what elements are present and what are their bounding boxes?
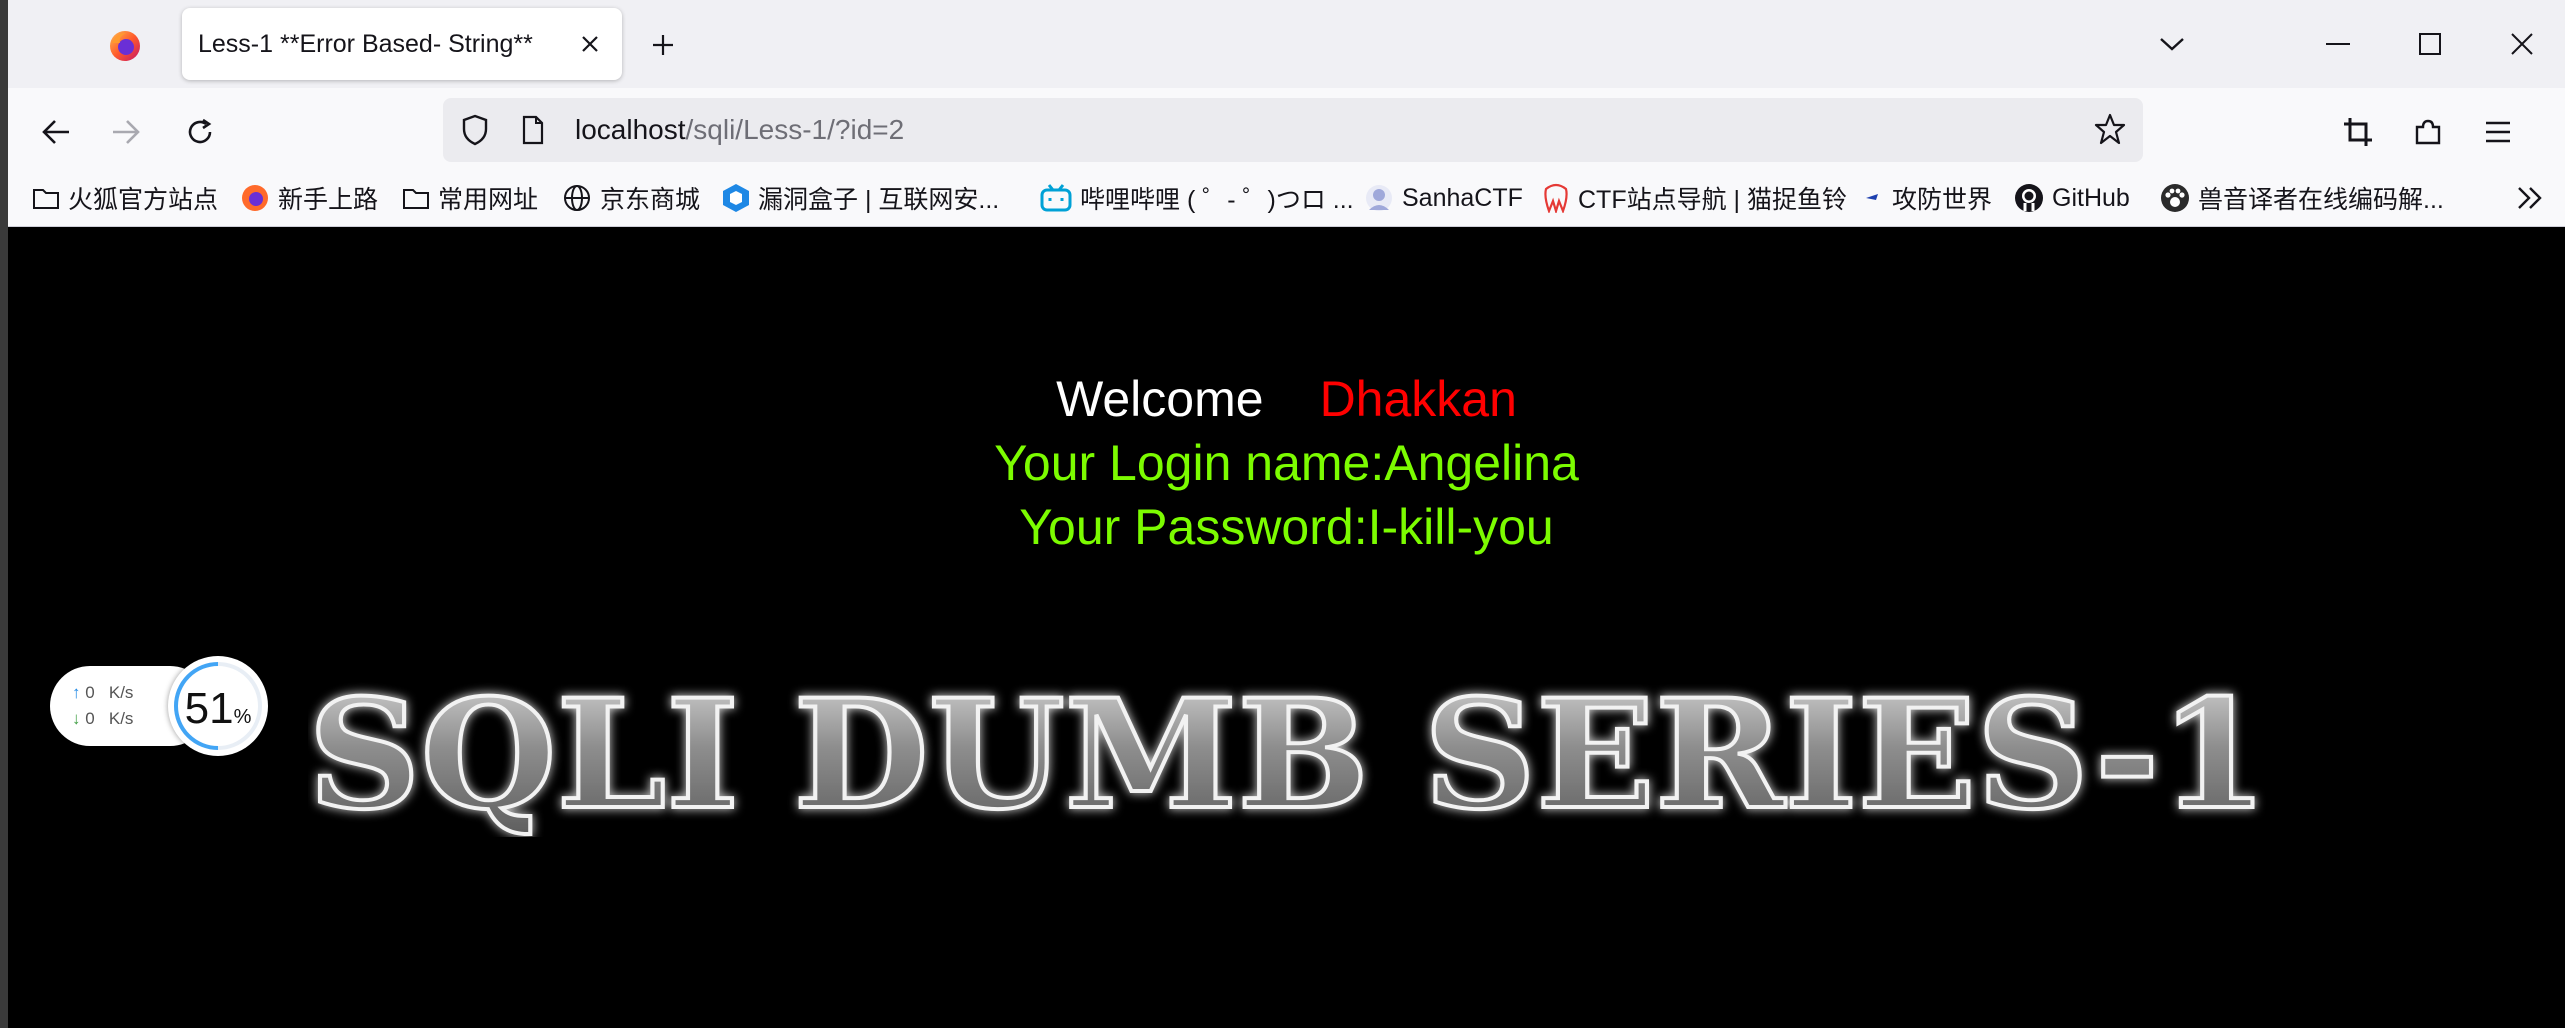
bookmark-item[interactable]: 哔哩哔哩 ( ゜- ゜)つロ ... bbox=[1040, 180, 1354, 216]
avatar-icon bbox=[1366, 185, 1392, 211]
url-host: localhost bbox=[575, 114, 686, 145]
maximize-button[interactable] bbox=[2400, 16, 2460, 72]
window-edge bbox=[0, 0, 8, 1028]
sqli-dumb-series-banner: SQLI DUMB SERIES-1 bbox=[308, 677, 2270, 837]
bookmark-label: 兽音译者在线编码解... bbox=[2198, 186, 2444, 214]
download-unit: K/s bbox=[108, 709, 134, 728]
minimize-icon bbox=[2326, 43, 2350, 45]
close-icon bbox=[582, 36, 598, 52]
firefox-icon bbox=[110, 31, 140, 61]
tracking-protection-button[interactable] bbox=[461, 114, 489, 151]
page-icon bbox=[522, 115, 544, 145]
banner-text: SQLI DUMB SERIES-1 bbox=[308, 677, 2268, 837]
bookmark-label: 京东商城 bbox=[600, 186, 701, 214]
screenshot-button[interactable] bbox=[2332, 106, 2384, 158]
firefox-icon bbox=[242, 185, 268, 211]
bookmark-label: 漏洞盒子 | 互联网安... bbox=[758, 186, 1000, 214]
app-menu-button[interactable] bbox=[2472, 106, 2524, 158]
upload-unit: K/s bbox=[108, 683, 134, 702]
bookmark-star-button[interactable] bbox=[2093, 112, 2127, 151]
star-icon bbox=[2094, 113, 2126, 145]
double-chevron-right-icon bbox=[2518, 187, 2542, 209]
bookmark-item[interactable]: 常用网址 bbox=[402, 180, 538, 216]
bookmark-item[interactable]: 新手上路 bbox=[240, 180, 378, 216]
usage-percent: 51% bbox=[168, 684, 268, 734]
list-all-tabs-button[interactable] bbox=[2142, 16, 2202, 72]
network-speed-widget[interactable]: ↑ 0 K/s ↓ 0 K/s 51% bbox=[50, 656, 270, 756]
maximize-icon bbox=[2419, 33, 2441, 55]
reload-icon bbox=[188, 118, 212, 144]
bookmark-item[interactable]: CTF站点导航 | 猫捉鱼铃 bbox=[1542, 180, 1847, 216]
folder-icon bbox=[403, 189, 429, 209]
page-content: Welcome Dhakkan Your Login name:Angelina … bbox=[8, 227, 2565, 1028]
new-tab-button[interactable] bbox=[640, 22, 686, 68]
reload-button[interactable] bbox=[174, 106, 226, 158]
site-info-button[interactable] bbox=[521, 115, 545, 150]
github-icon bbox=[2015, 184, 2043, 212]
folder-icon bbox=[33, 189, 59, 209]
bookmark-item[interactable]: 京东商城 bbox=[562, 180, 700, 216]
download-rate: ↓ 0 K/s bbox=[72, 709, 133, 729]
usage-value: 51 bbox=[184, 684, 234, 733]
login-name-line: Your Login name:Angelina bbox=[994, 435, 1579, 491]
minimize-button[interactable] bbox=[2308, 16, 2368, 72]
tab-strip: Less-1 **Error Based- String** bbox=[0, 0, 2565, 89]
usage-sign: % bbox=[233, 706, 252, 728]
bookmark-item[interactable]: GitHub bbox=[2014, 180, 2130, 216]
url-path: /sqli/Less-1/?id=2 bbox=[685, 114, 905, 145]
bookmark-label: 新手上路 bbox=[278, 186, 379, 214]
bookmark-label: 哔哩哔哩 ( ゜- ゜)つロ ... bbox=[1080, 186, 1354, 214]
extensions-button[interactable] bbox=[2402, 106, 2454, 158]
flag-icon bbox=[1866, 194, 1878, 200]
bookmark-label: GitHub bbox=[2052, 183, 2130, 212]
bookmark-label: SanhaCTF bbox=[1402, 183, 1523, 212]
bookmark-label: 常用网址 bbox=[438, 186, 539, 214]
shield-icon bbox=[462, 114, 488, 146]
bookmark-label: CTF站点导航 | 猫捉鱼铃 bbox=[1578, 186, 1847, 214]
crop-icon bbox=[2344, 118, 2372, 146]
arrow-down-icon: ↓ bbox=[72, 709, 81, 728]
close-icon bbox=[2511, 33, 2533, 55]
bookmark-label: 攻防世界 bbox=[1892, 186, 1993, 214]
tab-active[interactable]: Less-1 **Error Based- String** bbox=[182, 8, 622, 80]
bilibili-icon bbox=[1040, 184, 1072, 212]
bookmark-item[interactable]: 火狐官方站点 bbox=[32, 180, 218, 216]
upload-value: 0 bbox=[85, 683, 95, 702]
paw-icon bbox=[2161, 184, 2189, 212]
bookmarks-toolbar: 火狐官方站点 新手上路 常用网址 京东商城 漏洞盒子 | 互联网安... 哔哩哔… bbox=[8, 172, 2565, 227]
bookmark-label: 火狐官方站点 bbox=[68, 186, 219, 214]
close-window-button[interactable] bbox=[2492, 16, 2552, 72]
tab-title: Less-1 **Error Based- String** bbox=[198, 29, 533, 58]
firefox-view-tab[interactable] bbox=[70, 10, 180, 82]
puzzle-icon bbox=[2415, 119, 2441, 145]
plus-icon bbox=[653, 35, 673, 55]
back-button[interactable] bbox=[30, 106, 82, 158]
bookmarks-overflow-button[interactable] bbox=[2516, 180, 2552, 216]
navigation-toolbar: localhost/sqli/Less-1/?id=2 bbox=[8, 88, 2565, 172]
welcome-name: Dhakkan bbox=[1319, 371, 1517, 427]
url-bar[interactable]: localhost/sqli/Less-1/?id=2 bbox=[443, 98, 2143, 162]
download-value: 0 bbox=[85, 709, 95, 728]
arrow-right-icon bbox=[113, 120, 140, 144]
globe-icon bbox=[564, 185, 590, 211]
bookmark-item[interactable]: 兽音译者在线编码解... bbox=[2160, 180, 2444, 216]
arrow-left-icon bbox=[42, 120, 69, 144]
bookmark-item[interactable]: SanhaCTF bbox=[1364, 180, 1523, 216]
close-tab-button[interactable] bbox=[570, 24, 610, 64]
chevron-down-icon bbox=[2160, 38, 2184, 51]
hamburger-icon bbox=[2486, 121, 2510, 143]
tooth-icon bbox=[1544, 183, 1568, 213]
arrow-up-icon: ↑ bbox=[72, 683, 81, 702]
forward-button[interactable] bbox=[100, 106, 152, 158]
welcome-text: Welcome bbox=[1056, 371, 1264, 427]
upload-rate: ↑ 0 K/s bbox=[72, 683, 133, 703]
password-line: Your Password:I-kill-you bbox=[1019, 499, 1554, 555]
memory-usage-circle[interactable]: 51% bbox=[168, 656, 268, 756]
hexagon-icon bbox=[723, 184, 749, 212]
url-text[interactable]: localhost/sqli/Less-1/?id=2 bbox=[575, 114, 904, 146]
bookmark-item[interactable]: 漏洞盒子 | 互联网安... bbox=[722, 180, 999, 216]
bookmark-item[interactable]: 攻防世界 bbox=[1860, 180, 1992, 216]
welcome-line: Welcome Dhakkan bbox=[8, 367, 2565, 431]
